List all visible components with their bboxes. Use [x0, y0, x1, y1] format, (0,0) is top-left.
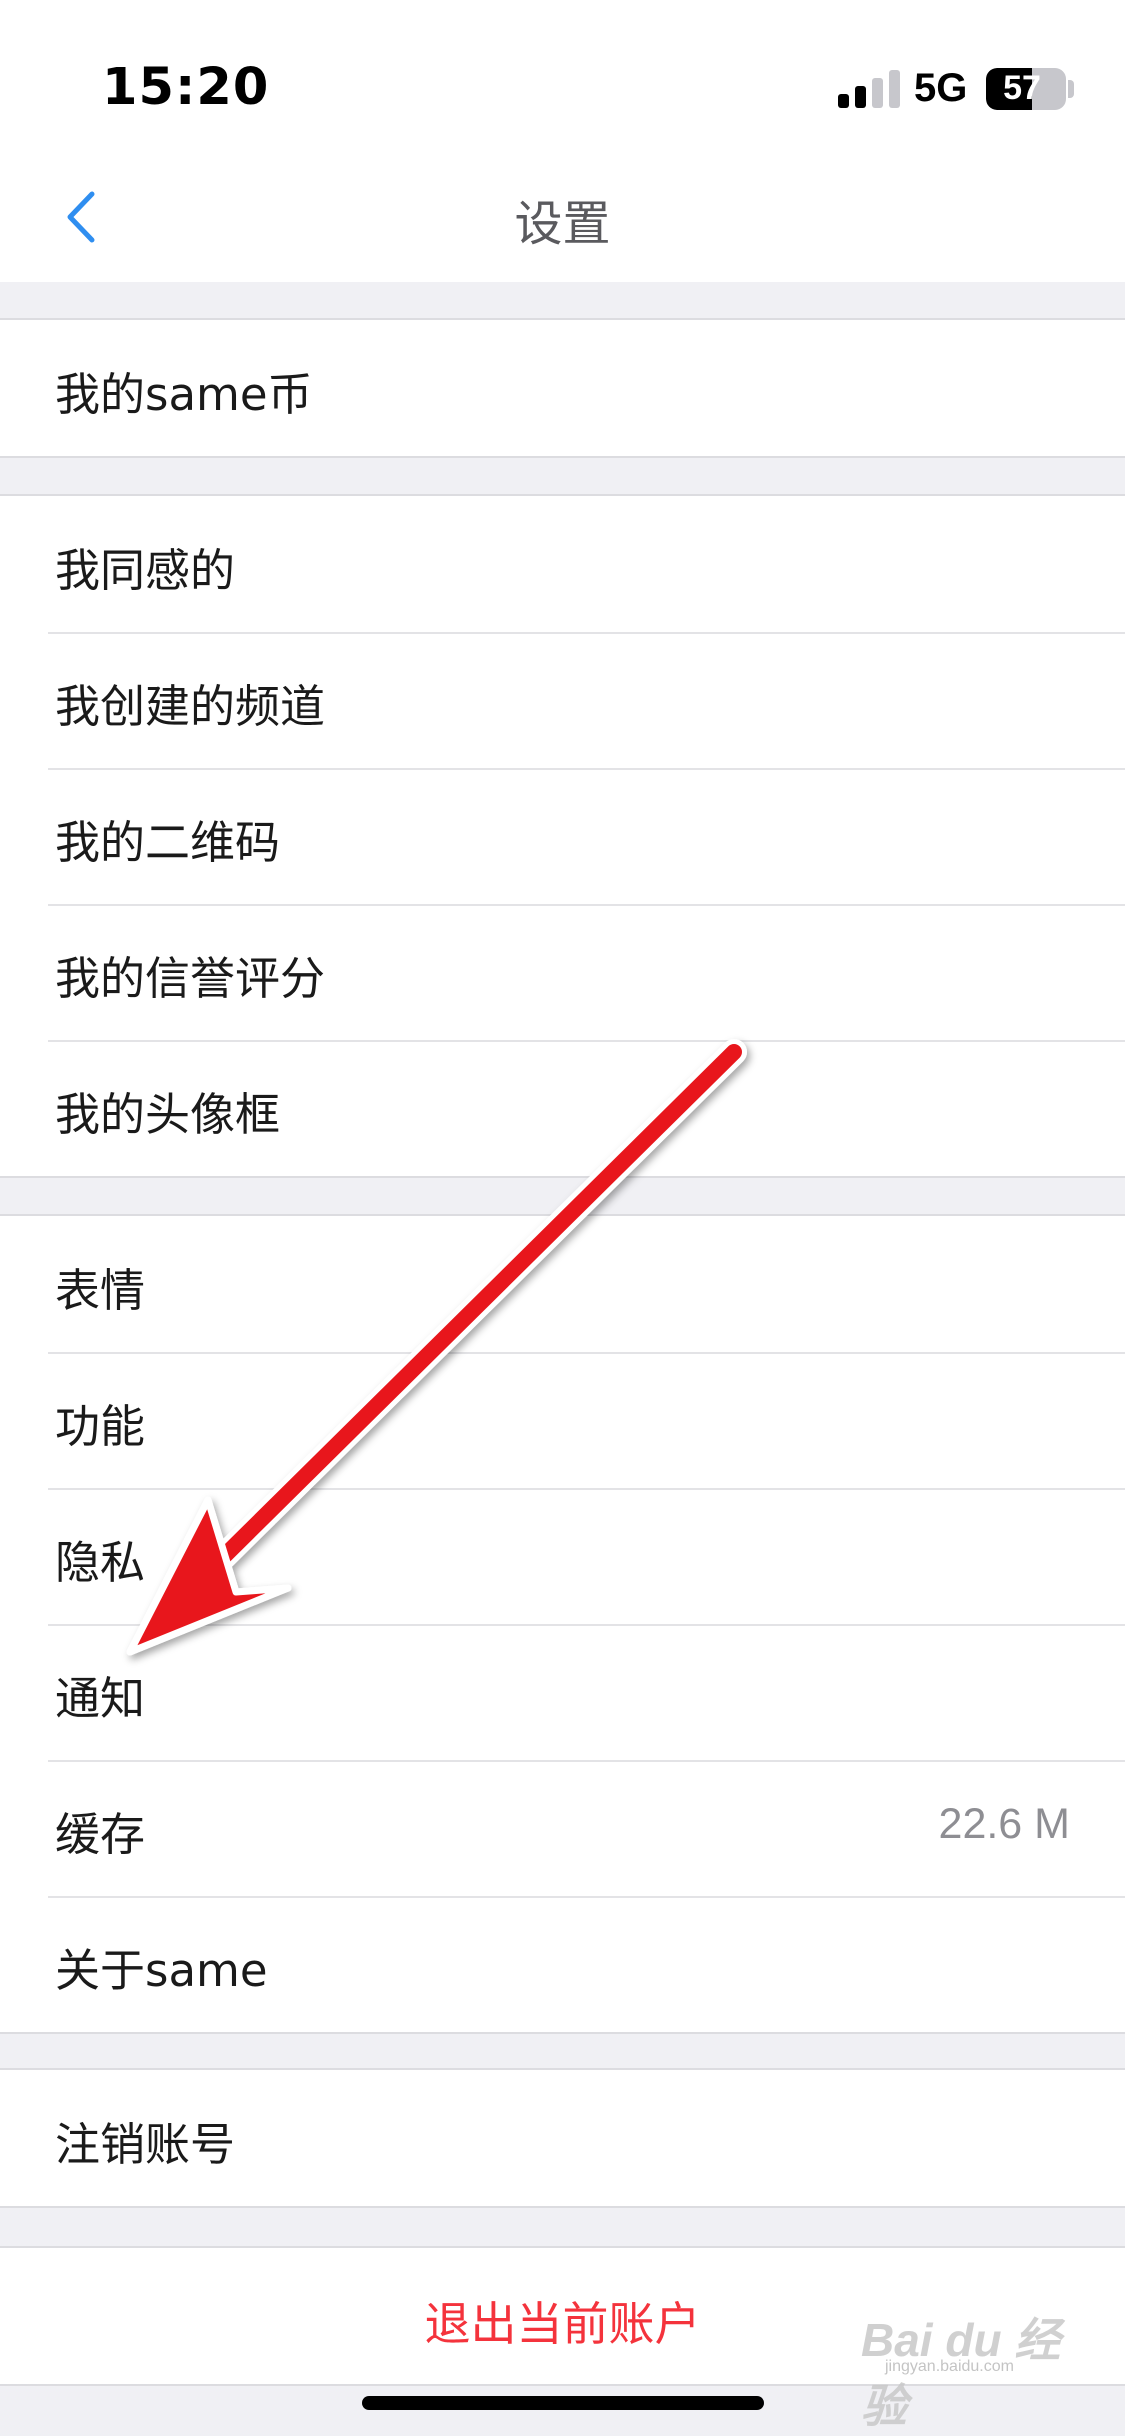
network-type: 5G	[914, 66, 968, 110]
list-item-credit-score[interactable]: 我的信誉评分	[0, 904, 1125, 1040]
list-item-label: 我的二维码	[55, 816, 281, 869]
list-item-label: 我的same币	[55, 368, 313, 421]
list-item-privacy[interactable]: 隐私	[0, 1488, 1125, 1624]
list-item-my-coins[interactable]: 我的same币	[0, 320, 1125, 456]
list-item-label: 我创建的频道	[55, 680, 326, 733]
battery-cap	[1068, 80, 1074, 98]
list-item-about[interactable]: 关于same	[0, 1896, 1125, 2032]
account-group: 注销账号	[0, 2068, 1125, 2208]
battery-icon: 57	[986, 68, 1066, 110]
list-item-delete-account[interactable]: 注销账号	[0, 2070, 1125, 2206]
profile-group: 我同感的 我创建的频道 我的二维码 我的信誉评分 我的头像框	[0, 494, 1125, 1178]
list-item-stickers[interactable]: 表情	[0, 1216, 1125, 1352]
list-item-label: 我同感的	[55, 544, 236, 597]
list-item-label: 缓存	[55, 1808, 146, 1861]
list-item-label: 我的信誉评分	[55, 952, 326, 1005]
home-indicator[interactable]	[362, 2396, 764, 2410]
battery-percent: 57	[1003, 69, 1041, 107]
cellular-signal-icon	[838, 68, 900, 108]
list-item-cache[interactable]: 缓存 22.6 M	[0, 1760, 1125, 1896]
list-item-resonated[interactable]: 我同感的	[0, 496, 1125, 632]
list-item-notifications[interactable]: 通知	[0, 1624, 1125, 1760]
list-item-avatar-frame[interactable]: 我的头像框	[0, 1040, 1125, 1176]
watermark-subtext: jingyan.baidu.com	[885, 2358, 1014, 2375]
list-item-label: 关于same	[55, 1944, 268, 1997]
status-bar: 15:20 5G 57	[0, 0, 1125, 150]
coins-group: 我的same币	[0, 318, 1125, 458]
list-item-label: 注销账号	[55, 2118, 236, 2171]
settings-screen: 15:20 5G 57 设置 我的same币 我同感的 我创建的频道 我的二维码…	[0, 0, 1125, 2436]
list-item-label: 表情	[55, 1264, 146, 1317]
settings-group: 表情 功能 隐私 通知 缓存 22.6 M 关于same	[0, 1214, 1125, 2034]
list-item-label: 隐私	[55, 1536, 146, 1589]
page-title: 设置	[514, 196, 611, 252]
list-item-label: 功能	[55, 1400, 146, 1453]
list-item-label: 通知	[55, 1672, 146, 1725]
cache-size-value: 22.6 M	[938, 1800, 1070, 1848]
list-item-features[interactable]: 功能	[0, 1352, 1125, 1488]
list-item-label: 我的头像框	[55, 1088, 281, 1141]
status-time: 15:20	[102, 58, 270, 117]
baidu-watermark-logo: Bai du 经验 jingyan.baidu.com	[855, 2300, 1065, 2432]
nav-bar: 设置	[0, 150, 1125, 282]
list-item-qr-code[interactable]: 我的二维码	[0, 768, 1125, 904]
list-item-my-channels[interactable]: 我创建的频道	[0, 632, 1125, 768]
